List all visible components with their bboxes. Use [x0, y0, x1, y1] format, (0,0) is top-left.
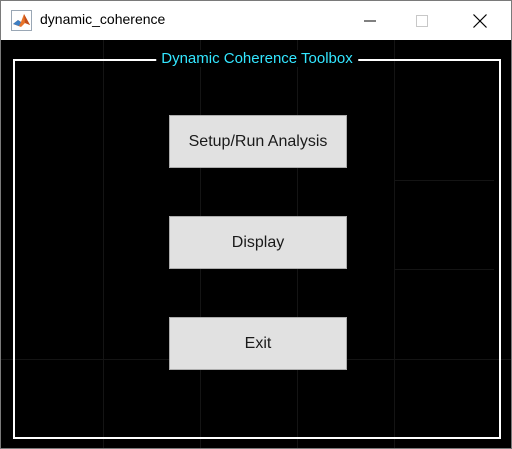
- app-window: dynamic_coherence Dynamic Coherence Tool…: [0, 0, 512, 449]
- maximize-icon: [416, 14, 428, 27]
- window-title: dynamic_coherence: [40, 11, 166, 27]
- display-button[interactable]: Display: [169, 216, 347, 269]
- panel-title: Dynamic Coherence Toolbox: [156, 50, 358, 67]
- setup-run-analysis-button[interactable]: Setup/Run Analysis: [169, 115, 347, 168]
- maximize-button[interactable]: [399, 1, 445, 40]
- close-button[interactable]: [457, 1, 503, 40]
- close-icon: [473, 13, 487, 28]
- title-bar[interactable]: dynamic_coherence: [1, 1, 511, 40]
- exit-button[interactable]: Exit: [169, 317, 347, 370]
- figure-canvas: Dynamic Coherence Toolbox Setup/Run Anal…: [1, 40, 511, 448]
- minimize-icon: [364, 20, 376, 21]
- minimize-button[interactable]: [347, 1, 393, 40]
- matlab-icon: [11, 10, 32, 31]
